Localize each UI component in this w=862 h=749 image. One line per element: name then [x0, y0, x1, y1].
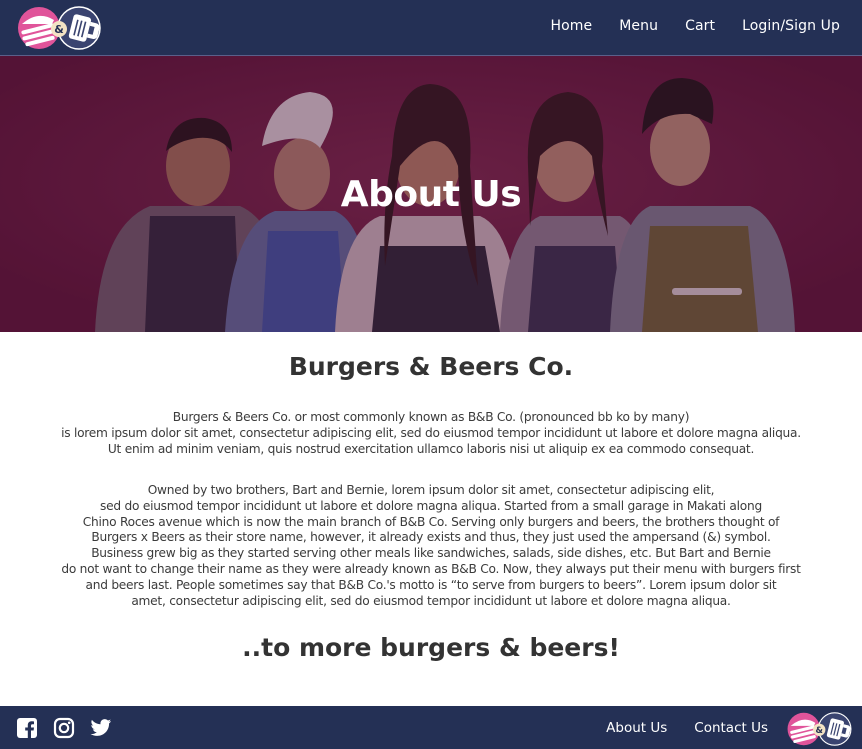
intro-paragraph: Burgers & Beers Co. or most commonly kno… — [20, 410, 842, 457]
paragraph-line: Ut enim ad minim veniam, quis nostrud ex… — [107, 441, 755, 456]
footer-brand-logo-icon[interactable]: & — [786, 710, 854, 748]
nav-home[interactable]: Home — [551, 18, 593, 34]
closing-tagline: ..to more burgers & beers! — [242, 633, 620, 662]
hero-banner: About Us — [0, 56, 862, 332]
paragraph-line: Owned by two brothers, Bart and Bernie, … — [147, 483, 715, 497]
footer-contact-us-link[interactable]: Contact Us — [694, 720, 768, 736]
nav-login-signup[interactable]: Login/Sign Up — [742, 18, 840, 34]
twitter-icon[interactable] — [90, 717, 112, 739]
nav-cart[interactable]: Cart — [685, 18, 715, 34]
company-name-heading: Burgers & Beers Co. — [288, 352, 574, 381]
facebook-icon[interactable] — [16, 717, 38, 739]
paragraph-line: is lorem ipsum dolor sit amet, consectet… — [61, 425, 801, 440]
social-links — [16, 717, 127, 739]
svg-text:&: & — [816, 726, 824, 736]
nav-menu[interactable]: Menu — [619, 18, 658, 34]
paragraph-line: Burgers & Beers Co. or most commonly kno… — [172, 410, 690, 424]
footer-about-us-link[interactable]: About Us — [606, 720, 667, 736]
paragraph-line: Burgers x Beers as their store name, how… — [91, 530, 771, 545]
history-paragraph: Owned by two brothers, Bart and Bernie, … — [20, 483, 842, 609]
paragraph-line: sed do eiusmod tempor incididunt ut labo… — [100, 498, 762, 513]
paragraph-line: amet, consectetur adipiscing elit, sed d… — [131, 593, 731, 608]
instagram-icon[interactable] — [53, 717, 75, 739]
paragraph-line: and beers last. People sometimes say tha… — [85, 577, 777, 592]
paragraph-line: Business grew big as they started servin… — [91, 546, 771, 561]
paragraph-line: Chino Roces avenue which is now the main… — [82, 514, 780, 529]
paragraph-line: do not want to change their name as they… — [61, 561, 801, 576]
navbar: & Home Menu Cart Login/Sign Up — [0, 0, 862, 56]
svg-text:&: & — [54, 23, 64, 36]
footer: About Us Contact Us & — [0, 706, 862, 749]
hero-title: About Us — [340, 174, 522, 215]
brand-logo-icon[interactable]: & — [16, 4, 104, 52]
